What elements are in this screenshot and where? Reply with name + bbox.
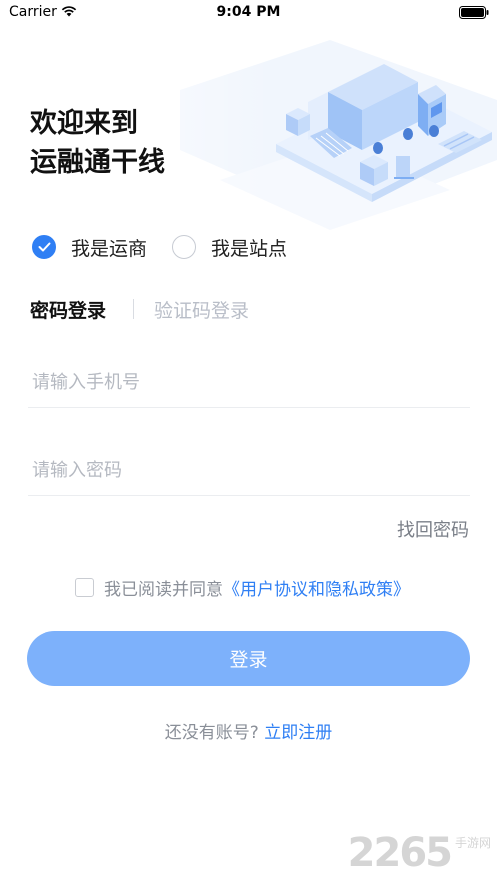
- register-prompt: 还没有账号?: [164, 723, 259, 743]
- clock: 9:04 PM: [216, 4, 281, 20]
- status-bar: Carrier 9:04 PM: [0, 0, 497, 26]
- agreement-text: 我已阅读并同意: [104, 579, 223, 600]
- agreement-checkbox[interactable]: [75, 577, 94, 597]
- role-option-carrier[interactable]: 我是运商: [32, 233, 147, 261]
- battery-icon: [459, 6, 489, 19]
- watermark-logo: 2265 手游网: [348, 833, 491, 873]
- password-field: [28, 444, 470, 496]
- agreement-row: 我已阅读并同意 《用户协议和隐私政策》: [75, 575, 410, 600]
- phone-field: [28, 356, 470, 408]
- role-label-carrier: 我是运商: [71, 237, 148, 260]
- role-option-station[interactable]: 我是站点: [172, 233, 287, 261]
- welcome-line-1: 欢迎来到: [30, 108, 138, 139]
- phone-input[interactable]: [32, 366, 462, 398]
- login-button[interactable]: 登录: [27, 631, 470, 686]
- watermark-number: 2265: [347, 830, 453, 876]
- radio-checked-icon[interactable]: [32, 235, 56, 259]
- tab-password-login[interactable]: 密码登录: [30, 296, 106, 323]
- watermark-sub: 手游网: [454, 836, 491, 850]
- password-input[interactable]: [32, 454, 462, 486]
- truck-illustration: [276, 64, 492, 202]
- welcome-line-2: 运融通干线: [30, 147, 165, 178]
- tab-divider: [133, 299, 134, 319]
- welcome-title: 欢迎来到 运融通干线: [30, 104, 165, 182]
- role-label-station: 我是站点: [211, 237, 288, 260]
- agreement-link[interactable]: 《用户协议和隐私政策》: [223, 575, 410, 600]
- register-row: 还没有账号? 立即注册: [0, 718, 497, 743]
- radio-unchecked-icon[interactable]: [172, 235, 196, 259]
- register-link[interactable]: 立即注册: [264, 723, 332, 743]
- forgot-password-link[interactable]: 找回密码: [397, 516, 469, 542]
- tab-code-login[interactable]: 验证码登录: [154, 296, 249, 323]
